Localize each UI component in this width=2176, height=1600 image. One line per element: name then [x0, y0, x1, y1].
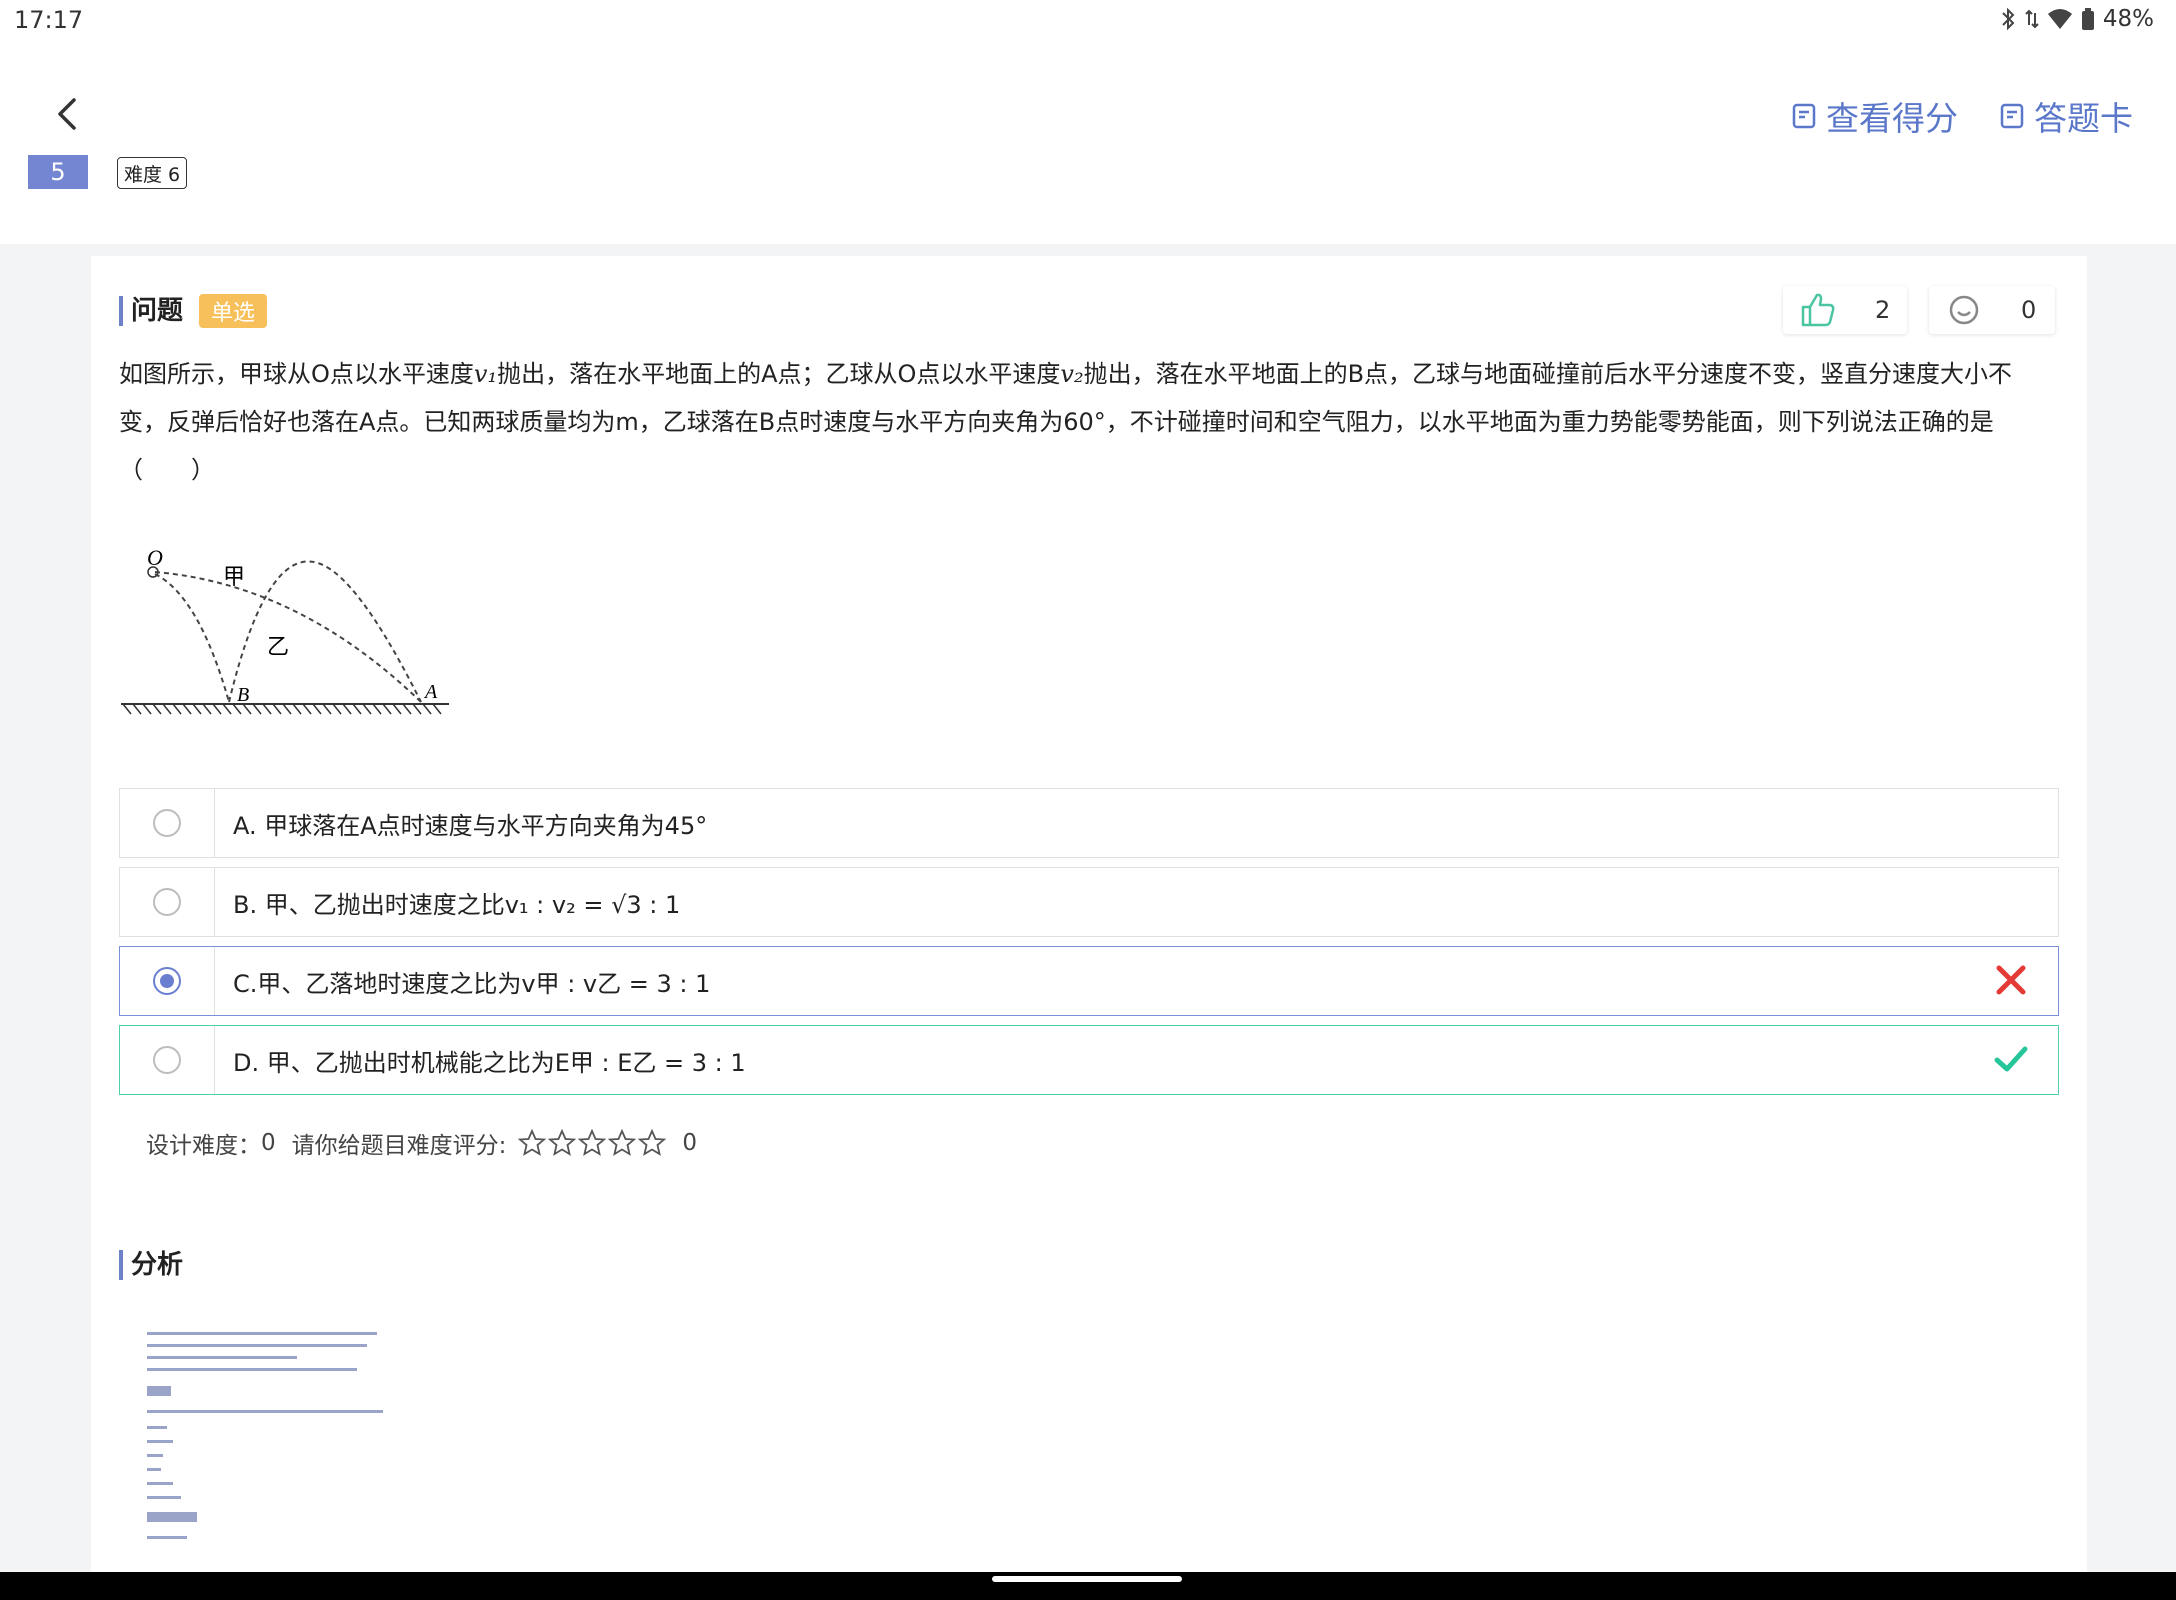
battery-percent: 48% [2102, 6, 2154, 32]
star-icon[interactable] [638, 1129, 667, 1157]
difficulty-rating: 设计难度： 0 请你给题目难度评分: 0 [146, 1126, 697, 1160]
rating-value: 0 [682, 1130, 698, 1156]
status-bar: 17:17 48% [0, 0, 2176, 44]
trajectory-yi-1 [154, 573, 230, 703]
ground-hatching [122, 703, 442, 715]
question-number-badge: 5 [28, 155, 88, 189]
rating-stars [518, 1129, 667, 1157]
option-b-radio[interactable] [153, 888, 181, 916]
back-arrow-icon[interactable] [48, 94, 88, 134]
difficulty-badge: 难度 6 [117, 157, 188, 189]
star-icon[interactable] [608, 1129, 637, 1157]
option-d-radio-cell [120, 1026, 215, 1094]
analysis-thumbnail-image [147, 1332, 383, 1539]
label-o: O [147, 545, 163, 570]
status-icons: 48% [1999, 6, 2154, 32]
trajectory-yi-2 [228, 560, 422, 703]
document-icon [1792, 103, 1816, 129]
answer-card-label: 答题卡 [2034, 99, 2133, 138]
answer-card-button[interactable]: 答题卡 [1998, 92, 2133, 140]
home-gesture-handle[interactable] [992, 1576, 1182, 1582]
option-d-radio[interactable] [153, 1046, 181, 1074]
question-text: 如图所示，甲球从O点以水平速度v₁抛出，落在水平地面上的A点；乙球从O点以水平速… [119, 350, 2059, 494]
comment-count: 0 [2021, 296, 2037, 324]
question-section-title: 问题 [119, 296, 183, 326]
label-a: A [423, 681, 438, 703]
option-c-radio-cell [120, 947, 215, 1015]
star-icon[interactable] [578, 1129, 607, 1157]
v2-symbol: v₂ [1060, 360, 1084, 388]
like-count: 2 [1875, 296, 1891, 324]
option-a-radio[interactable] [153, 809, 181, 837]
correct-check-icon [1994, 1046, 2028, 1072]
question-type-tag: 单选 [199, 294, 268, 328]
label-jia: 甲 [223, 565, 245, 590]
option-c-label: C.甲、乙落地时速度之比为v甲 : v乙 = 3 : 1 [233, 969, 711, 998]
view-score-label: 查看得分 [1826, 99, 1958, 138]
question-text-part2: 抛出，落在水平地面上的A点；乙球从O点以水平速度 [497, 360, 1061, 388]
option-d[interactable]: D. 甲、乙抛出时机械能之比为E甲 : E乙 = 3 : 1 [119, 1025, 2059, 1095]
like-button[interactable]: 2 [1783, 286, 1907, 334]
battery-icon [2081, 8, 2094, 30]
design-difficulty-value: 0 [261, 1130, 276, 1156]
option-d-label: D. 甲、乙抛出时机械能之比为E甲 : E乙 = 3 : 1 [233, 1048, 746, 1077]
option-b-label: B. 甲、乙抛出时速度之比v₁ : v₂ = √3 : 1 [233, 890, 681, 919]
analysis-section-title: 分析 [119, 1250, 183, 1280]
view-score-button[interactable]: 查看得分 [1790, 92, 1958, 140]
wifi-icon [2047, 9, 2072, 29]
bluetooth-icon [2002, 7, 2015, 31]
smiley-icon [1949, 295, 1979, 325]
option-c-radio[interactable] [153, 967, 181, 995]
label-b: B [237, 684, 249, 706]
option-a-label: A. 甲球落在A点时速度与水平方向夹角为45° [233, 811, 708, 840]
wrong-cross-icon [1996, 965, 2026, 995]
star-icon[interactable] [548, 1129, 577, 1157]
trajectory-figure: O 甲 乙 B A [121, 545, 449, 715]
top-bar: 查看得分 答题卡 5 难度 6 [0, 44, 2176, 244]
thumbs-up-icon [1801, 293, 1835, 327]
star-icon[interactable] [518, 1129, 547, 1157]
question-text-part1: 如图所示，甲球从O点以水平速度 [119, 360, 474, 388]
document-icon [2000, 103, 2024, 129]
rating-prompt: 请你给题目难度评分: [291, 1133, 507, 1159]
design-difficulty-label: 设计难度： [146, 1133, 261, 1159]
data-arrows-icon [2025, 9, 2039, 29]
option-c[interactable]: C.甲、乙落地时速度之比为v甲 : v乙 = 3 : 1 [119, 946, 2059, 1016]
option-b[interactable]: B. 甲、乙抛出时速度之比v₁ : v₂ = √3 : 1 [119, 867, 2059, 937]
comment-button[interactable]: 0 [1929, 286, 2055, 334]
option-b-radio-cell [120, 868, 215, 936]
status-time: 17:17 [14, 6, 84, 34]
option-a[interactable]: A. 甲球落在A点时速度与水平方向夹角为45° [119, 788, 2059, 858]
option-a-radio-cell [120, 789, 215, 857]
label-yi: 乙 [267, 635, 289, 660]
question-card: 问题 单选 2 0 如图所示，甲球从O点以水平速度v₁抛出，落在水平地面上的A点… [91, 256, 2087, 1576]
v1-symbol: v₁ [473, 360, 498, 388]
